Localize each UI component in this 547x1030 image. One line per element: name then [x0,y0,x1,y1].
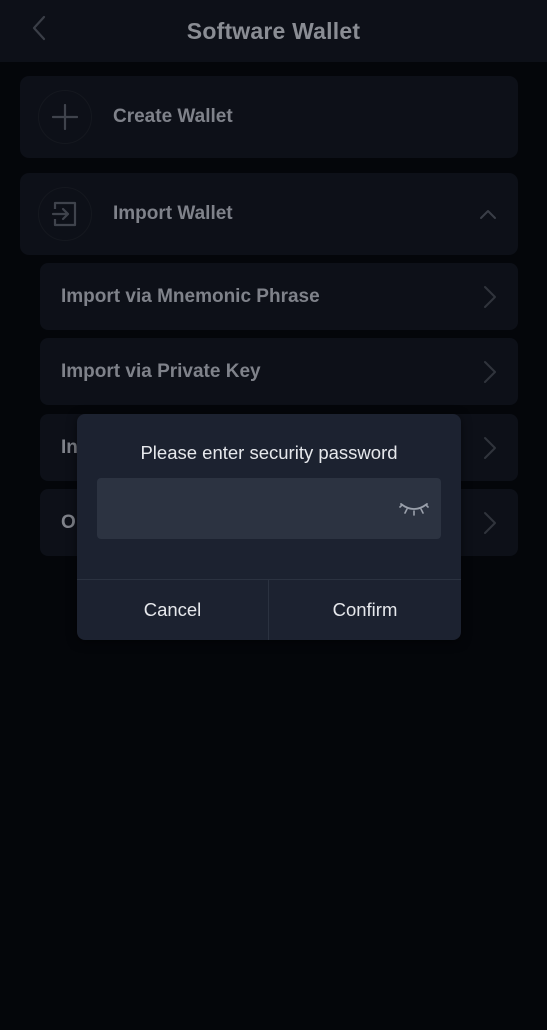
confirm-button[interactable]: Confirm [269,580,461,640]
create-wallet-icon-circle [38,90,92,144]
password-visibility-toggle[interactable] [397,496,431,520]
plus-icon [52,104,78,130]
password-input[interactable] [97,478,441,539]
chevron-right-icon [484,437,496,459]
create-wallet-button[interactable]: Create Wallet [20,76,518,158]
import-option-4-label: O [61,511,76,533]
import-private-key-option[interactable]: Import via Private Key [40,338,518,405]
import-private-key-label: Import via Private Key [61,360,261,382]
import-wallet-toggle[interactable]: Import Wallet [20,173,518,255]
import-wallet-icon-circle [38,187,92,241]
import-mnemonic-label: Import via Mnemonic Phrase [61,285,320,307]
chevron-right-icon [484,512,496,534]
create-wallet-label: Create Wallet [113,106,233,127]
header-bar: Software Wallet [0,0,547,62]
dialog-title: Please enter security password [140,442,398,463]
page-title: Software Wallet [186,17,361,44]
import-arrow-icon [51,201,77,227]
chevron-left-icon [32,15,46,41]
import-mnemonic-option[interactable]: Import via Mnemonic Phrase [40,263,518,330]
chevron-right-icon [484,361,496,383]
import-wallet-label: Import Wallet [113,203,233,224]
cancel-button[interactable]: Cancel [77,580,268,640]
chevron-up-icon [480,210,496,219]
back-button[interactable] [24,13,54,43]
import-option-3-label: In [61,436,78,458]
chevron-right-icon [484,286,496,308]
password-dialog: Please enter security password Cancel Co… [77,414,461,640]
eye-closed-icon [399,503,429,516]
app-screen: Software Wallet Create Wallet Import Wal… [0,0,547,1030]
